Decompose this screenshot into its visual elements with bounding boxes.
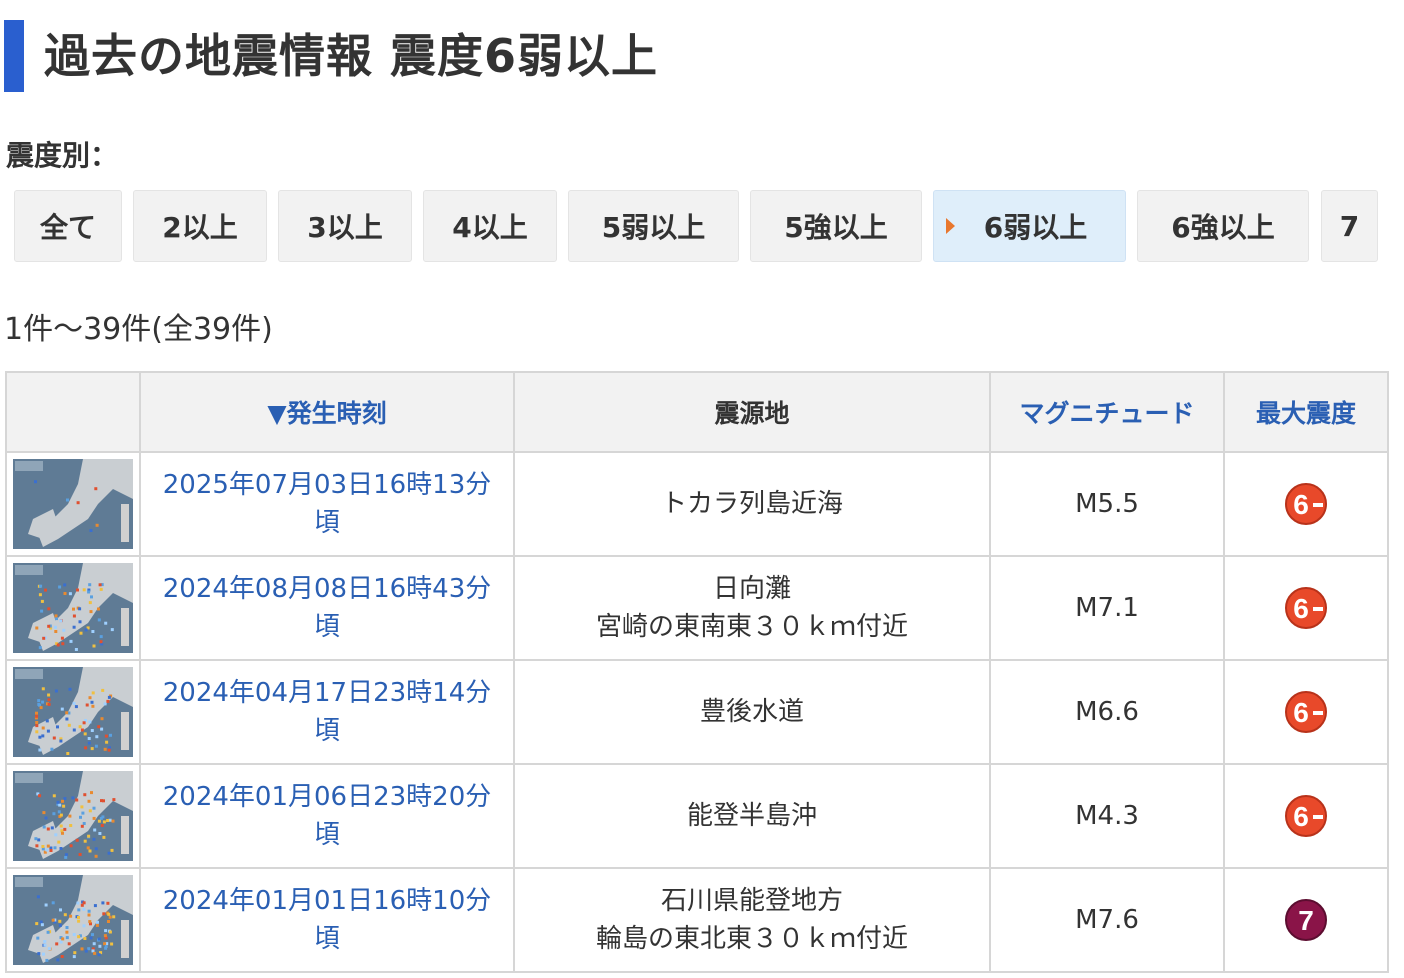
epicenter-cell: 豊後水道 xyxy=(513,659,991,765)
svg-text:6: 6 xyxy=(1293,489,1309,520)
filter-label: 震度別： xyxy=(6,139,119,172)
epicenter-cell: 石川県能登地方輪島の東北東３０ｋｍ付近 xyxy=(513,867,991,973)
thumbnail-cell[interactable] xyxy=(5,659,141,765)
occurrence-time-link[interactable]: 2024年01月01日16時10分 xyxy=(141,882,513,920)
filter-tab-6[interactable]: 5強以上 xyxy=(750,190,922,262)
filter-tab-label: 6強以上 xyxy=(1171,211,1275,244)
header-epicenter: 震源地 xyxy=(513,371,991,453)
intensity-7-badge: 7 xyxy=(1284,899,1328,941)
max-intensity-cell: 6 xyxy=(1223,451,1389,557)
occurrence-time-suffix[interactable]: 頃 xyxy=(141,608,513,646)
header-max-intensity[interactable]: 最大震度 xyxy=(1223,371,1389,453)
page-title: 過去の地震情報 震度6弱以上 xyxy=(44,29,659,83)
table-row[interactable]: 2025年07月03日16時13分頃 トカラ列島近海 M5.5 6 xyxy=(5,451,1389,557)
filter-tab-9[interactable]: 7 xyxy=(1321,190,1378,262)
epicenter-cell: 日向灘宮崎の東南東３０ｋｍ付近 xyxy=(513,555,991,661)
occurrence-time-link[interactable]: 2024年04月17日23時14分 xyxy=(141,674,513,712)
magnitude-cell: M5.5 xyxy=(989,451,1225,557)
occurrence-time-suffix[interactable]: 頃 xyxy=(141,920,513,958)
svg-text:6: 6 xyxy=(1293,697,1309,728)
occurrence-time-suffix[interactable]: 頃 xyxy=(141,816,513,854)
svg-text:6: 6 xyxy=(1293,801,1309,832)
epicenter-name: 日向灘 xyxy=(712,574,791,604)
magnitude-cell: M6.6 xyxy=(989,659,1225,765)
magnitude-cell: M4.3 xyxy=(989,763,1225,869)
filter-tab-4[interactable]: 4以上 xyxy=(423,190,557,262)
epicenter-detail: 輪島の東北東３０ｋｍ付近 xyxy=(595,924,908,954)
magnitude-cell: M7.6 xyxy=(989,867,1225,973)
epicenter-cell: トカラ列島近海 xyxy=(513,451,991,557)
filter-tab-label: 5弱以上 xyxy=(601,211,706,244)
occurrence-time-link[interactable]: 2025年07月03日16時13分 xyxy=(141,466,513,504)
filter-tab-2[interactable]: 2以上 xyxy=(133,190,267,262)
max-intensity-cell: 6 xyxy=(1223,763,1389,869)
max-intensity-cell: 6 xyxy=(1223,555,1389,661)
occurrence-time-suffix[interactable]: 頃 xyxy=(141,712,513,750)
earthquake-table: ▼発生時刻 震源地 マグニチュード 最大震度 2025年07月03日16時13分… xyxy=(5,371,1389,973)
magnitude-cell: M7.1 xyxy=(989,555,1225,661)
time-cell[interactable]: 2024年04月17日23時14分頃 xyxy=(139,659,515,765)
map-thumbnail[interactable] xyxy=(13,667,133,757)
sort-intensity-link[interactable]: 最大震度 xyxy=(1256,399,1356,428)
thumbnail-cell[interactable] xyxy=(5,867,141,973)
filter-tab-label: 3以上 xyxy=(307,211,383,244)
header-thumbnail xyxy=(5,371,141,453)
filter-tab-label: 5強以上 xyxy=(784,211,888,244)
max-intensity-cell: 7 xyxy=(1223,867,1389,973)
max-intensity-cell: 6 xyxy=(1223,659,1389,765)
map-thumbnail[interactable] xyxy=(13,459,133,549)
filter-tab-label: 2以上 xyxy=(162,211,238,244)
table-row[interactable]: 2024年08月08日16時43分頃日向灘 宮崎の東南東３０ｋｍ付近 M7.1 6 xyxy=(5,555,1389,661)
epicenter-cell: 能登半島沖 xyxy=(513,763,991,869)
map-thumbnail[interactable] xyxy=(13,563,133,653)
filter-tab-3[interactable]: 3以上 xyxy=(278,190,412,262)
header-magnitude[interactable]: マグニチュード xyxy=(989,371,1225,453)
header-time[interactable]: ▼発生時刻 xyxy=(139,371,515,453)
heading-accent-bar xyxy=(4,20,24,92)
epicenter-name: 能登半島沖 xyxy=(686,801,817,831)
epicenter-name: 豊後水道 xyxy=(699,697,804,727)
intensity-6-lower-badge: 6 xyxy=(1284,691,1328,733)
intensity-6-lower-badge: 6 xyxy=(1284,587,1328,629)
header-epicenter-label: 震源地 xyxy=(714,399,790,428)
filter-tab-label: 6弱以上 xyxy=(983,211,1088,244)
time-cell[interactable]: 2025年07月03日16時13分頃 xyxy=(139,451,515,557)
filter-tab-1[interactable]: 全て xyxy=(14,190,122,262)
thumbnail-cell[interactable] xyxy=(5,451,141,557)
filter-tab-label: 全て xyxy=(39,211,96,244)
occurrence-time-suffix[interactable]: 頃 xyxy=(141,504,513,542)
intensity-filter-tabs: 全て 2以上 3以上 4以上 5弱以上 5強以上 6弱以上 6強以上 7 xyxy=(0,190,1404,262)
epicenter-name: トカラ列島近海 xyxy=(660,489,843,519)
thumbnail-cell[interactable] xyxy=(5,555,141,661)
table-row[interactable]: 2024年01月01日16時10分頃石川県能登地方 輪島の東北東３０ｋｍ付近 M7.… xyxy=(5,867,1389,973)
map-thumbnail[interactable] xyxy=(13,771,133,861)
table-row[interactable]: 2024年01月06日23時20分頃 能登半島沖 M4.3 6 xyxy=(5,763,1389,869)
table-header-row: ▼発生時刻 震源地 マグニチュード 最大震度 xyxy=(5,371,1389,453)
filter-tab-7[interactable]: 6弱以上 xyxy=(933,190,1126,262)
triangle-right-icon xyxy=(946,218,955,234)
svg-text:6: 6 xyxy=(1293,593,1309,624)
epicenter-detail: 宮崎の東南東３０ｋｍ付近 xyxy=(595,612,908,642)
occurrence-time-link[interactable]: 2024年08月08日16時43分 xyxy=(141,570,513,608)
epicenter-name: 石川県能登地方 xyxy=(660,886,843,916)
time-cell[interactable]: 2024年01月01日16時10分頃 xyxy=(139,867,515,973)
filter-tab-label: 7 xyxy=(1339,209,1360,243)
sort-magnitude-link[interactable]: マグニチュード xyxy=(1019,399,1194,428)
filter-tab-5[interactable]: 5弱以上 xyxy=(568,190,739,262)
time-cell[interactable]: 2024年01月06日23時20分頃 xyxy=(139,763,515,869)
time-cell[interactable]: 2024年08月08日16時43分頃 xyxy=(139,555,515,661)
thumbnail-cell[interactable] xyxy=(5,763,141,869)
table-row[interactable]: 2024年04月17日23時14分頃 豊後水道 M6.6 6 xyxy=(5,659,1389,765)
intensity-6-lower-badge: 6 xyxy=(1284,795,1328,837)
svg-text:7: 7 xyxy=(1298,905,1314,936)
result-count: 1件～39件(全39件) xyxy=(4,312,273,347)
page-heading: 過去の地震情報 震度6弱以上 xyxy=(4,20,658,92)
intensity-6-lower-badge: 6 xyxy=(1284,483,1328,525)
occurrence-time-link[interactable]: 2024年01月06日23時20分 xyxy=(141,778,513,816)
sort-time-link[interactable]: ▼発生時刻 xyxy=(267,399,386,428)
filter-tab-8[interactable]: 6強以上 xyxy=(1137,190,1309,262)
map-thumbnail[interactable] xyxy=(13,875,133,965)
filter-tab-label: 4以上 xyxy=(452,211,528,244)
